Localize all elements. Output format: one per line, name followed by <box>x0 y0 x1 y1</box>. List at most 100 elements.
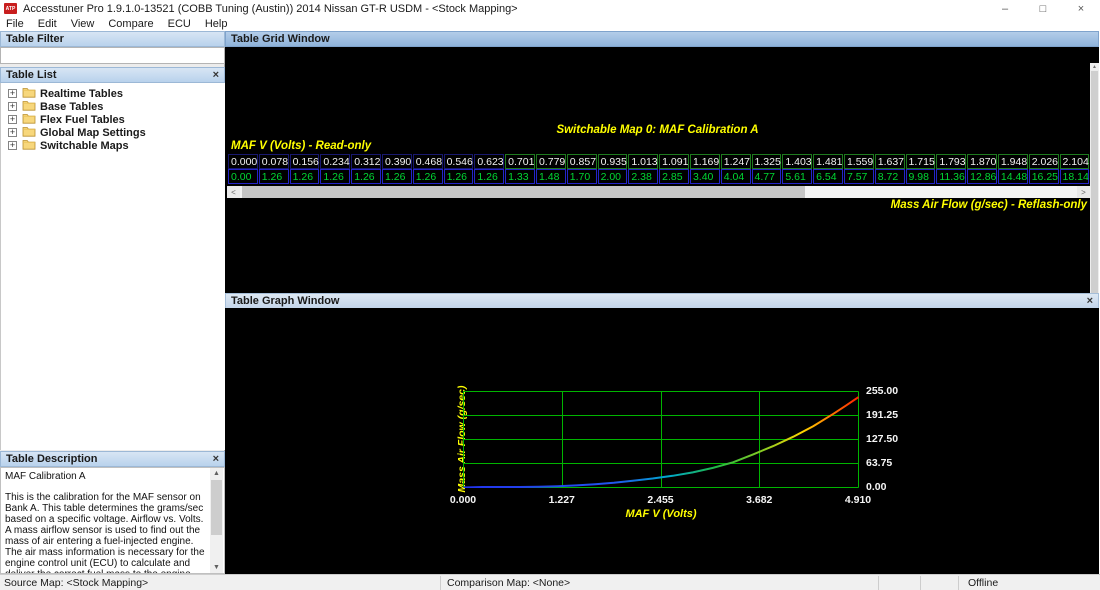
flow-cell[interactable]: 1.26 <box>443 169 474 184</box>
volts-cell[interactable]: 1.870 <box>967 154 997 169</box>
tree-item-flex-fuel-tables[interactable]: + Flex Fuel Tables <box>1 113 225 126</box>
menu-file[interactable]: File <box>6 18 24 30</box>
table-description-close-icon[interactable]: × <box>213 453 219 465</box>
flow-cell[interactable]: 1.26 <box>412 169 443 184</box>
volts-cell[interactable]: 2.026 <box>1028 154 1059 169</box>
flow-cell[interactable]: 2.00 <box>597 169 628 184</box>
menu-view[interactable]: View <box>71 18 95 30</box>
volts-cell[interactable]: 0.390 <box>381 154 412 169</box>
maximize-button[interactable]: □ <box>1024 0 1062 17</box>
grid-vertical-scrollbar[interactable]: ▲ ▼ <box>1090 63 1099 309</box>
menu-help[interactable]: Help <box>205 18 228 30</box>
flow-cell[interactable]: 2.85 <box>659 169 689 184</box>
flow-cell[interactable]: 7.57 <box>843 169 874 184</box>
flow-cell[interactable]: 16.25 <box>1028 169 1059 184</box>
flow-cell[interactable]: 2.38 <box>628 169 659 184</box>
volts-cell[interactable]: 0.623 <box>474 154 505 169</box>
volts-cell[interactable]: 1.247 <box>720 154 751 169</box>
table-graph-window-header[interactable]: Table Graph Window × <box>225 293 1099 309</box>
expand-icon[interactable]: + <box>8 128 17 137</box>
volts-cell[interactable]: 1.013 <box>628 154 659 169</box>
volts-cell[interactable]: 0.468 <box>412 154 443 169</box>
table-filter-input[interactable] <box>0 47 225 64</box>
flow-cell[interactable]: 4.04 <box>720 169 751 184</box>
volts-cell[interactable]: 1.793 <box>936 154 967 169</box>
tree-item-label[interactable]: Global Map Settings <box>40 127 146 139</box>
volts-cell[interactable]: 0.234 <box>320 154 351 169</box>
sidebar: Table Filter Table List × + Realtime Tabl… <box>0 31 225 574</box>
scroll-right-icon[interactable]: > <box>1077 186 1090 198</box>
volts-cell[interactable]: 1.403 <box>782 154 813 169</box>
tree-item-label[interactable]: Flex Fuel Tables <box>40 114 125 126</box>
tree-item-label[interactable]: Base Tables <box>40 101 103 113</box>
flow-cell[interactable]: 9.98 <box>905 169 936 184</box>
description-scrollbar-thumb[interactable] <box>211 480 222 535</box>
expand-icon[interactable]: + <box>8 102 17 111</box>
volts-cell[interactable]: 1.481 <box>813 154 843 169</box>
flow-cell[interactable]: 0.00 <box>228 169 258 184</box>
grid-horizontal-scrollbar[interactable]: < > <box>227 186 1090 198</box>
volts-cell[interactable]: 0.857 <box>566 154 597 169</box>
grid-scrollbar-track[interactable] <box>805 186 1077 198</box>
tree-item-switchable-maps[interactable]: + Switchable Maps <box>1 139 225 152</box>
description-scrollbar[interactable]: ▲ ▼ <box>210 468 223 573</box>
flow-cell[interactable]: 14.48 <box>997 169 1028 184</box>
flow-cell[interactable]: 12.86 <box>967 169 997 184</box>
scroll-left-icon[interactable]: < <box>227 186 240 198</box>
flow-cell[interactable]: 1.26 <box>351 169 381 184</box>
tree-item-base-tables[interactable]: + Base Tables <box>1 100 225 113</box>
grid-vscrollbar-thumb[interactable] <box>1091 71 1098 299</box>
tree-item-realtime-tables[interactable]: + Realtime Tables <box>1 87 225 100</box>
flow-cell[interactable]: 8.72 <box>874 169 905 184</box>
volts-cell[interactable]: 0.078 <box>258 154 289 169</box>
tree-item-label[interactable]: Realtime Tables <box>40 88 123 100</box>
volts-cell[interactable]: 1.091 <box>659 154 689 169</box>
flow-cell[interactable]: 1.26 <box>381 169 412 184</box>
scroll-up-icon[interactable]: ▲ <box>1090 63 1099 71</box>
table-list-close-icon[interactable]: × <box>213 69 219 81</box>
volts-cell[interactable]: 1.559 <box>843 154 874 169</box>
volts-cell[interactable]: 0.701 <box>505 154 535 169</box>
flow-cell[interactable]: 1.26 <box>320 169 351 184</box>
menu-compare[interactable]: Compare <box>108 18 153 30</box>
volts-cell[interactable]: 0.312 <box>351 154 381 169</box>
flow-cell[interactable]: 11.36 <box>936 169 967 184</box>
expand-icon[interactable]: + <box>8 115 17 124</box>
flow-cell[interactable]: 3.40 <box>689 169 720 184</box>
volts-cell[interactable]: 0.935 <box>597 154 628 169</box>
close-button[interactable]: × <box>1062 0 1100 17</box>
volts-cell[interactable]: 0.779 <box>535 154 566 169</box>
flow-cell[interactable]: 1.26 <box>474 169 505 184</box>
tree-item-label[interactable]: Switchable Maps <box>40 140 129 152</box>
flow-cell[interactable]: 18.14 <box>1059 169 1090 184</box>
flow-cell[interactable]: 1.26 <box>289 169 320 184</box>
flow-cell[interactable]: 1.48 <box>535 169 566 184</box>
volts-cell[interactable]: 1.948 <box>997 154 1028 169</box>
grid-scrollbar-thumb[interactable] <box>242 186 805 198</box>
volts-cell[interactable]: 0.156 <box>289 154 320 169</box>
flow-cell[interactable]: 6.54 <box>813 169 843 184</box>
flow-cell[interactable]: 1.26 <box>258 169 289 184</box>
flow-cell[interactable]: 5.61 <box>782 169 813 184</box>
menu-edit[interactable]: Edit <box>38 18 57 30</box>
flow-cell[interactable]: 1.33 <box>505 169 535 184</box>
volts-cell[interactable]: 1.325 <box>751 154 782 169</box>
volts-cell[interactable]: 1.637 <box>874 154 905 169</box>
scroll-up-icon[interactable]: ▲ <box>210 468 223 479</box>
menu-ecu[interactable]: ECU <box>168 18 191 30</box>
table-graph-window-close-icon[interactable]: × <box>1087 295 1093 307</box>
flow-cell[interactable]: 4.77 <box>751 169 782 184</box>
volts-cell[interactable]: 2.104 <box>1059 154 1090 169</box>
volts-cell[interactable]: 0.000 <box>228 154 258 169</box>
volts-cell[interactable]: 1.715 <box>905 154 936 169</box>
tree-item-global-map-settings[interactable]: + Global Map Settings <box>1 126 225 139</box>
expand-icon[interactable]: + <box>8 141 17 150</box>
table-filter-title: Table Filter <box>6 33 64 45</box>
flow-cell[interactable]: 1.70 <box>566 169 597 184</box>
expand-icon[interactable]: + <box>8 89 17 98</box>
scroll-down-icon[interactable]: ▼ <box>210 562 223 573</box>
volts-cell[interactable]: 1.169 <box>689 154 720 169</box>
minimize-button[interactable]: – <box>986 0 1024 17</box>
table-grid-window-header[interactable]: Table Grid Window <box>225 31 1099 47</box>
volts-cell[interactable]: 0.546 <box>443 154 474 169</box>
